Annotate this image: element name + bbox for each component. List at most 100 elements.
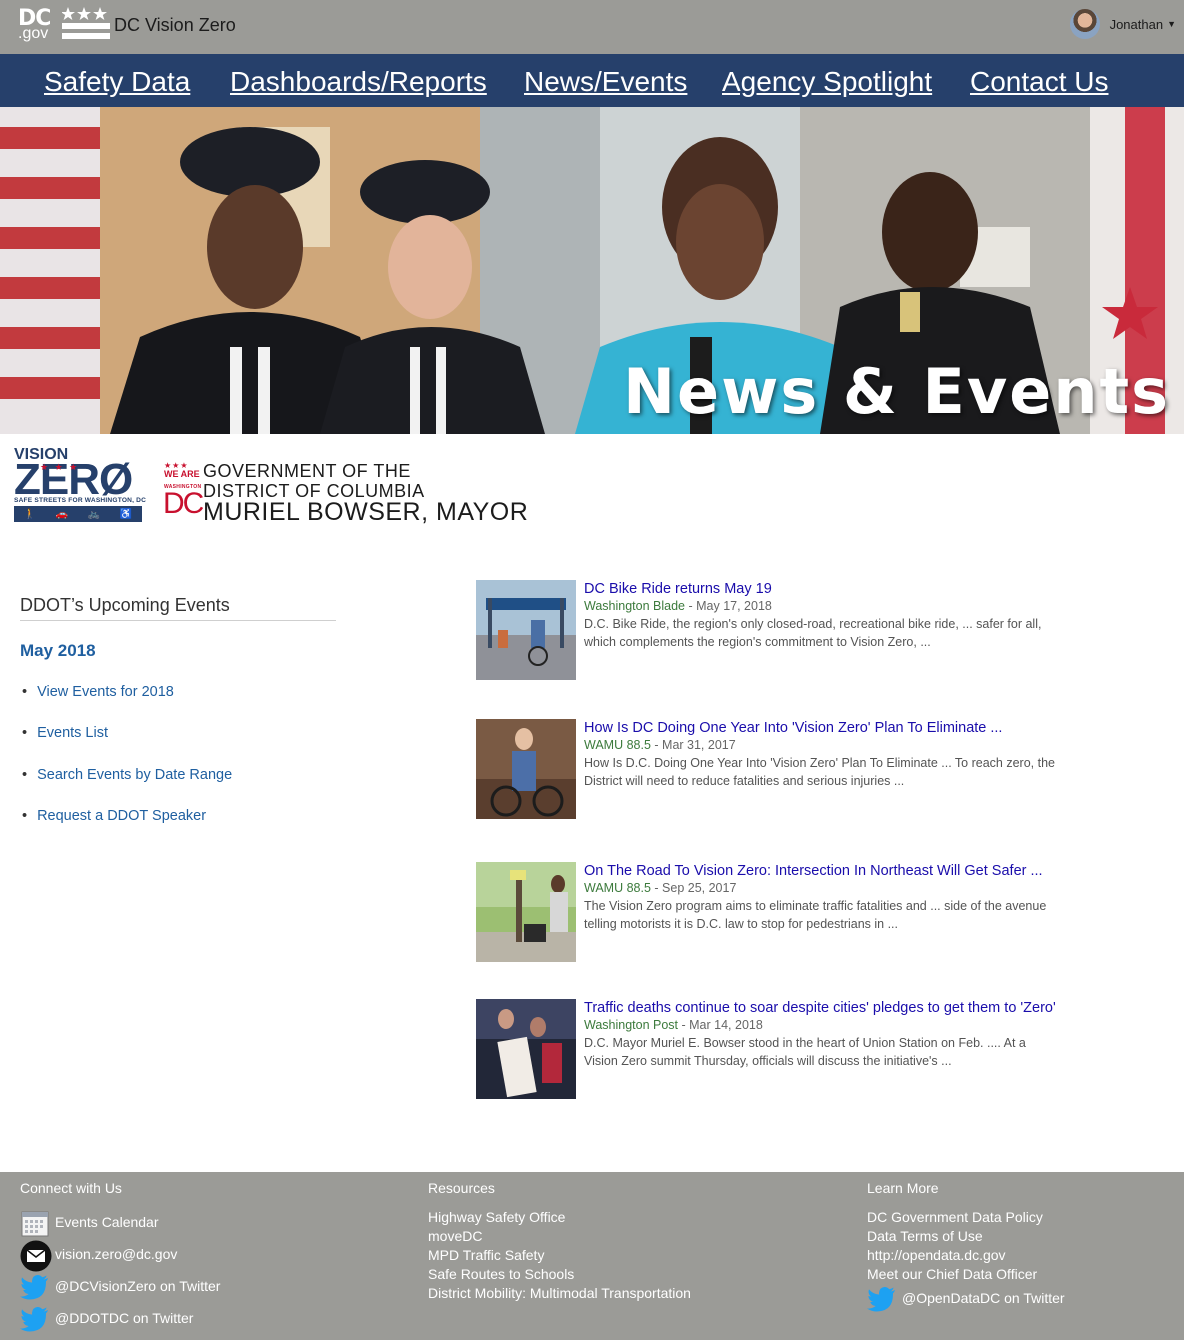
wheelchair-icon: ♿ — [119, 508, 133, 520]
page-footer: Connect with Us Events Calendar vision.z… — [0, 1172, 1184, 1340]
news-source-name[interactable]: WAMU 88.5 — [584, 738, 651, 752]
footer-link-opendatadc-twitter[interactable]: @OpenDataDC on Twitter — [902, 1290, 1065, 1306]
events-month[interactable]: May 2018 — [20, 641, 96, 661]
news-item: On The Road To Vision Zero: Intersection… — [476, 862, 1096, 964]
nav-dashboards-reports[interactable]: Dashboards/Reports — [230, 66, 487, 98]
news-title[interactable]: On The Road To Vision Zero: Intersection… — [584, 862, 1094, 880]
event-link-label[interactable]: Search Events by Date Range — [37, 767, 232, 783]
gov-dc-letters: DC — [163, 487, 204, 520]
news-thumbnail[interactable] — [476, 862, 576, 962]
news-thumbnail[interactable] — [476, 580, 576, 680]
bullet: • — [22, 684, 28, 700]
user-avatar[interactable] — [1069, 9, 1100, 39]
news-title[interactable]: Traffic deaths continue to soar despite … — [584, 999, 1094, 1017]
news-item: How Is DC Doing One Year Into 'Vision Ze… — [476, 719, 1096, 821]
news-source: Washington Blade - May 17, 2018 — [584, 598, 1094, 615]
dc-government-logo[interactable]: ★★★ WE ARE WASHINGTON DC GOVERNMENT OF T… — [163, 461, 528, 526]
news-source: WAMU 88.5 - Sep 25, 2017 — [584, 880, 1094, 897]
twitter-icon[interactable] — [867, 1285, 897, 1313]
footer-link-events-calendar[interactable]: Events Calendar — [55, 1214, 159, 1230]
footer-link-dcvisionzero-twitter[interactable]: @DCVisionZero on Twitter — [55, 1278, 220, 1294]
bullet: • — [22, 725, 28, 741]
user-menu[interactable]: Jonathan ▼ — [1069, 8, 1176, 40]
news-item: DC Bike Ride returns May 19 Washington B… — [476, 580, 1096, 682]
nav-news-events[interactable]: News/Events — [524, 66, 687, 98]
news-thumbnail[interactable] — [476, 719, 576, 819]
event-link-label[interactable]: Events List — [37, 725, 108, 741]
event-link-search-by-date[interactable]: • Search Events by Date Range — [22, 767, 232, 783]
nav-safety-data[interactable]: Safety Data — [44, 66, 190, 98]
event-link-request-speaker[interactable]: • Request a DDOT Speaker — [22, 808, 206, 824]
vision-zero-logo[interactable]: VISION ZERØ ★ ★ ★ SAFE STREETS FOR WASHI… — [14, 446, 146, 522]
app-title[interactable]: DC Vision Zero — [114, 15, 236, 36]
footer-link-data-terms[interactable]: Data Terms of Use — [867, 1228, 983, 1244]
news-date: - Sep 25, 2017 — [650, 881, 737, 895]
news-source: WAMU 88.5 - Mar 31, 2017 — [584, 737, 1094, 754]
news-body: How Is DC Doing One Year Into 'Vision Ze… — [584, 719, 1094, 790]
news-date: - May 17, 2018 — [685, 599, 772, 613]
news-body: Traffic deaths continue to soar despite … — [584, 999, 1094, 1070]
footer-link-movedc[interactable]: moveDC — [428, 1228, 482, 1244]
news-date: - Mar 31, 2017 — [650, 738, 736, 752]
events-heading: DDOT’s Upcoming Events — [20, 595, 336, 621]
event-link-label[interactable]: Request a DDOT Speaker — [37, 808, 206, 824]
footer-link-district-mobility[interactable]: District Mobility: Multimodal Transporta… — [428, 1285, 691, 1301]
bicycle-icon: 🚲 — [87, 508, 101, 520]
top-header: DC .gov DC Vision Zero Jonathan ▼ — [0, 0, 1184, 54]
news-thumbnail[interactable] — [476, 999, 576, 1099]
footer-link-email[interactable]: vision.zero@dc.gov — [55, 1246, 177, 1262]
news-item: Traffic deaths continue to soar despite … — [476, 999, 1096, 1101]
event-link-label[interactable]: View Events for 2018 — [37, 684, 174, 700]
footer-link-ddotdc-twitter[interactable]: @DDOTDC on Twitter — [55, 1310, 193, 1326]
twitter-icon[interactable] — [20, 1273, 50, 1301]
vision-zero-stars-icon: ★ ★ ★ — [40, 462, 80, 472]
news-snippet-line: District will need to reduce fatalities … — [584, 774, 905, 788]
news-body: DC Bike Ride returns May 19 Washington B… — [584, 580, 1094, 651]
main-nav: Safety Data Dashboards/Reports News/Even… — [0, 54, 1184, 107]
vision-zero-mode-icons: 🚶 🚗 🚲 ♿ — [14, 506, 142, 522]
pedestrian-icon: 🚶 — [23, 508, 37, 520]
nav-contact-us[interactable]: Contact Us — [970, 66, 1109, 98]
caret-down-icon[interactable]: ▼ — [1167, 19, 1176, 29]
bullet: • — [22, 767, 28, 783]
news-snippet-line: telling motorists it is D.C. law to stop… — [584, 917, 899, 931]
footer-link-mpd-traffic-safety[interactable]: MPD Traffic Safety — [428, 1247, 544, 1263]
car-icon: 🚗 — [55, 508, 69, 520]
we-are-washington-dc-badge: ★★★ WE ARE WASHINGTON DC — [163, 461, 204, 523]
footer-link-safe-routes[interactable]: Safe Routes to Schools — [428, 1266, 574, 1282]
footer-link-highway-safety[interactable]: Highway Safety Office — [428, 1209, 565, 1225]
footer-link-chief-data-officer[interactable]: Meet our Chief Data Officer — [867, 1266, 1037, 1282]
bullet: • — [22, 808, 28, 824]
vision-zero-tagline: SAFE STREETS FOR WASHINGTON, DC — [14, 497, 147, 504]
footer-link-opendata[interactable]: http://opendata.dc.gov — [867, 1247, 1006, 1263]
event-link-events-list[interactable]: • Events List — [22, 725, 108, 741]
footer-heading-resources: Resources — [428, 1180, 495, 1196]
news-title[interactable]: How Is DC Doing One Year Into 'Vision Ze… — [584, 719, 1094, 737]
news-snippet-line: which complements the region's commitmen… — [584, 635, 931, 649]
footer-heading-connect: Connect with Us — [20, 1180, 122, 1196]
mail-icon[interactable] — [20, 1240, 52, 1272]
news-source-name[interactable]: WAMU 88.5 — [584, 881, 651, 895]
calendar-icon[interactable] — [20, 1210, 50, 1238]
footer-link-data-policy[interactable]: DC Government Data Policy — [867, 1209, 1043, 1225]
news-snippet-line: The Vision Zero program aims to eliminat… — [584, 899, 1047, 913]
news-body: On The Road To Vision Zero: Intersection… — [584, 862, 1094, 933]
footer-heading-learn-more: Learn More — [867, 1180, 939, 1196]
news-date: - Mar 14, 2018 — [678, 1018, 763, 1032]
gov-we-are: WE ARE — [164, 469, 200, 479]
gov-line3: MURIEL BOWSER, MAYOR — [203, 498, 529, 526]
news-title[interactable]: DC Bike Ride returns May 19 — [584, 580, 1094, 598]
news-snippet-line: Vision Zero summit Thursday, officials w… — [584, 1054, 952, 1068]
news-snippet-line: How Is D.C. Doing One Year Into 'Vision … — [584, 756, 1055, 770]
event-link-view-2018[interactable]: • View Events for 2018 — [22, 684, 174, 700]
gov-line1: GOVERNMENT OF THE — [203, 461, 411, 481]
hero-banner: News & Events — [0, 107, 1184, 434]
dc-gov-logo[interactable]: DC .gov — [18, 6, 112, 44]
hero-title: News & Events — [623, 355, 1170, 428]
news-source-name[interactable]: Washington Blade — [584, 599, 685, 613]
nav-agency-spotlight[interactable]: Agency Spotlight — [722, 66, 932, 98]
user-name[interactable]: Jonathan — [1110, 17, 1164, 32]
news-snippet-line: D.C. Mayor Muriel E. Bowser stood in the… — [584, 1036, 1026, 1050]
news-source-name[interactable]: Washington Post — [584, 1018, 678, 1032]
twitter-icon[interactable] — [20, 1305, 50, 1333]
